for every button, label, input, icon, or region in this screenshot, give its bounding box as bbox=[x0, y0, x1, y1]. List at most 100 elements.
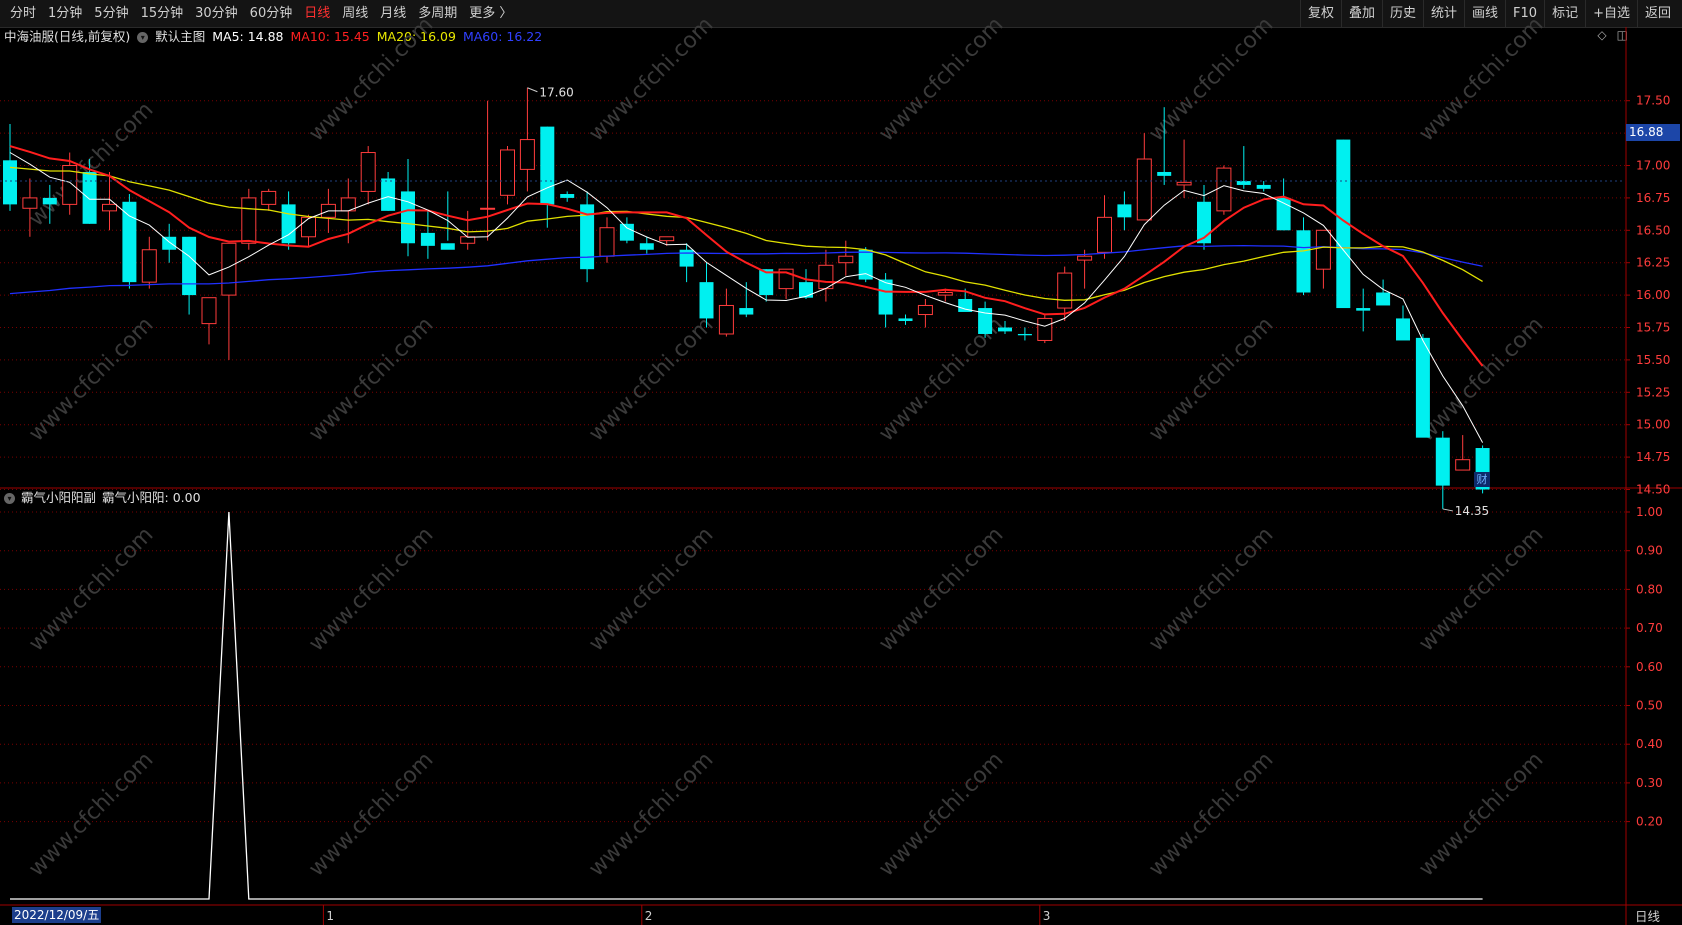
main-tick-label: 17.00 bbox=[1636, 159, 1670, 173]
watermark-text: www.cfchi.com bbox=[874, 12, 1008, 146]
candle-body-down bbox=[1296, 230, 1311, 293]
period-label[interactable]: 日线 bbox=[1635, 906, 1660, 925]
main-tick-label: 15.25 bbox=[1636, 385, 1670, 399]
candle-body-up bbox=[599, 227, 615, 257]
watermark-text: www.cfchi.com bbox=[304, 312, 438, 446]
candle-body-up bbox=[1037, 317, 1053, 341]
candle-body-up bbox=[1216, 167, 1232, 212]
high-pointer bbox=[527, 87, 538, 93]
sub-tick-label: 0.70 bbox=[1636, 621, 1663, 635]
finance-badge[interactable]: 财 bbox=[1474, 472, 1490, 487]
watermark-text: www.cfchi.com bbox=[1144, 312, 1278, 446]
candle-body-up bbox=[1176, 181, 1192, 186]
watermark-text: www.cfchi.com bbox=[304, 12, 438, 146]
candle-body-down bbox=[619, 223, 634, 241]
month-label: 2 bbox=[645, 909, 653, 923]
candle-body-down bbox=[998, 327, 1012, 332]
cursor-date-label: 2022/12/09/五 bbox=[12, 907, 102, 923]
candle-body-up bbox=[241, 197, 257, 244]
candle-body-down bbox=[401, 191, 415, 244]
candle-body-up bbox=[261, 190, 277, 205]
candle-body-up bbox=[1077, 255, 1093, 261]
candle-body-up bbox=[201, 297, 217, 325]
watermark-text: www.cfchi.com bbox=[1414, 312, 1548, 446]
watermark-text: www.cfchi.com bbox=[304, 747, 438, 881]
candle-body-down bbox=[1117, 204, 1132, 218]
sub-tick-label: 0.20 bbox=[1636, 815, 1663, 829]
watermark-text: www.cfchi.com bbox=[874, 747, 1008, 881]
candle-body-down bbox=[1396, 318, 1410, 341]
watermark-text: www.cfchi.com bbox=[1144, 747, 1278, 881]
candle-body-down bbox=[182, 236, 197, 296]
candle-body-down bbox=[1415, 337, 1430, 438]
sub-tick-label: 0.50 bbox=[1636, 699, 1663, 713]
watermark-text: www.cfchi.com bbox=[584, 312, 718, 446]
candle-body-up bbox=[1315, 229, 1331, 270]
candle-body-down bbox=[122, 201, 137, 283]
watermark-text: www.cfchi.com bbox=[584, 747, 718, 881]
sub-tick-label: 1.00 bbox=[1636, 505, 1663, 519]
candle-body-down bbox=[1256, 184, 1271, 189]
watermark-text: www.cfchi.com bbox=[584, 12, 718, 146]
candle-body-down bbox=[560, 194, 575, 198]
candle-body-up bbox=[1057, 272, 1073, 309]
candle-body-down bbox=[3, 160, 17, 205]
candle-body-up bbox=[519, 139, 535, 170]
month-label: 1 bbox=[326, 909, 334, 923]
candle-body-down bbox=[699, 282, 714, 319]
candle-body-down bbox=[858, 249, 873, 280]
sub-tick-label: 0.90 bbox=[1636, 544, 1663, 558]
main-tick-label: 14.75 bbox=[1636, 450, 1670, 464]
candle-body-down bbox=[440, 243, 455, 250]
candle-body-up bbox=[1136, 158, 1152, 221]
candle-body-up bbox=[1097, 216, 1112, 253]
current-price-tag: 16.88 bbox=[1626, 124, 1680, 141]
main-tick-label: 16.75 bbox=[1636, 191, 1670, 205]
candle-body-down bbox=[1376, 292, 1391, 306]
candle-body-down bbox=[739, 308, 754, 315]
candle-body-down bbox=[42, 197, 57, 205]
candle-body-up bbox=[500, 149, 515, 196]
main-tick-label: 16.00 bbox=[1636, 288, 1670, 302]
main-tick-label: 16.50 bbox=[1636, 223, 1670, 237]
high-price-label: 17.60 bbox=[539, 86, 573, 100]
candle-body-up bbox=[718, 304, 734, 335]
candle-body-down bbox=[799, 282, 813, 298]
candle-body-down bbox=[381, 178, 396, 211]
main-tick-label: 15.50 bbox=[1636, 353, 1670, 367]
candle-body-down bbox=[1356, 308, 1371, 311]
watermark-text: www.cfchi.com bbox=[24, 312, 158, 446]
candle-body-up bbox=[141, 249, 157, 283]
main-tick-label: 16.25 bbox=[1636, 256, 1670, 270]
candle-body-up bbox=[22, 197, 38, 209]
candle-body-down bbox=[679, 249, 694, 267]
indicator-line bbox=[10, 511, 1483, 900]
kline-chart[interactable]: 14.50 14.75 15.00 15.25 15.50 15.75 16.00 16.25… bbox=[0, 0, 1682, 925]
candle-body-up bbox=[301, 216, 316, 238]
candle-body-down bbox=[1017, 333, 1032, 336]
candle-body-down bbox=[639, 243, 654, 250]
candle-body-down bbox=[540, 126, 555, 205]
candle-body-up bbox=[937, 292, 953, 296]
main-tick-label: 15.00 bbox=[1636, 418, 1670, 432]
candle-body-down bbox=[1435, 437, 1450, 486]
low-pointer bbox=[1442, 508, 1453, 512]
candle-body-up bbox=[838, 255, 854, 264]
candle-body-up bbox=[917, 304, 933, 316]
sub-tick-label: 0.60 bbox=[1636, 660, 1663, 674]
candle-body-down bbox=[1236, 181, 1251, 185]
candle-body-down bbox=[82, 171, 97, 224]
watermark-text: www.cfchi.com bbox=[1414, 747, 1548, 881]
candle-body-up bbox=[659, 236, 675, 242]
main-tick-label: 17.50 bbox=[1636, 94, 1670, 108]
candle-body-down bbox=[898, 318, 913, 322]
main-tick-label: 14.50 bbox=[1636, 483, 1670, 497]
candles-group bbox=[3, 87, 1490, 509]
sub-tick-label: 0.80 bbox=[1636, 582, 1663, 596]
candle-body-down bbox=[162, 236, 177, 250]
sub-tick-label: 0.30 bbox=[1636, 776, 1663, 790]
month-label: 3 bbox=[1043, 909, 1051, 923]
low-price-label: 14.35 bbox=[1455, 504, 1489, 518]
candle-body-down bbox=[420, 232, 435, 246]
candle-body-up bbox=[102, 203, 117, 212]
